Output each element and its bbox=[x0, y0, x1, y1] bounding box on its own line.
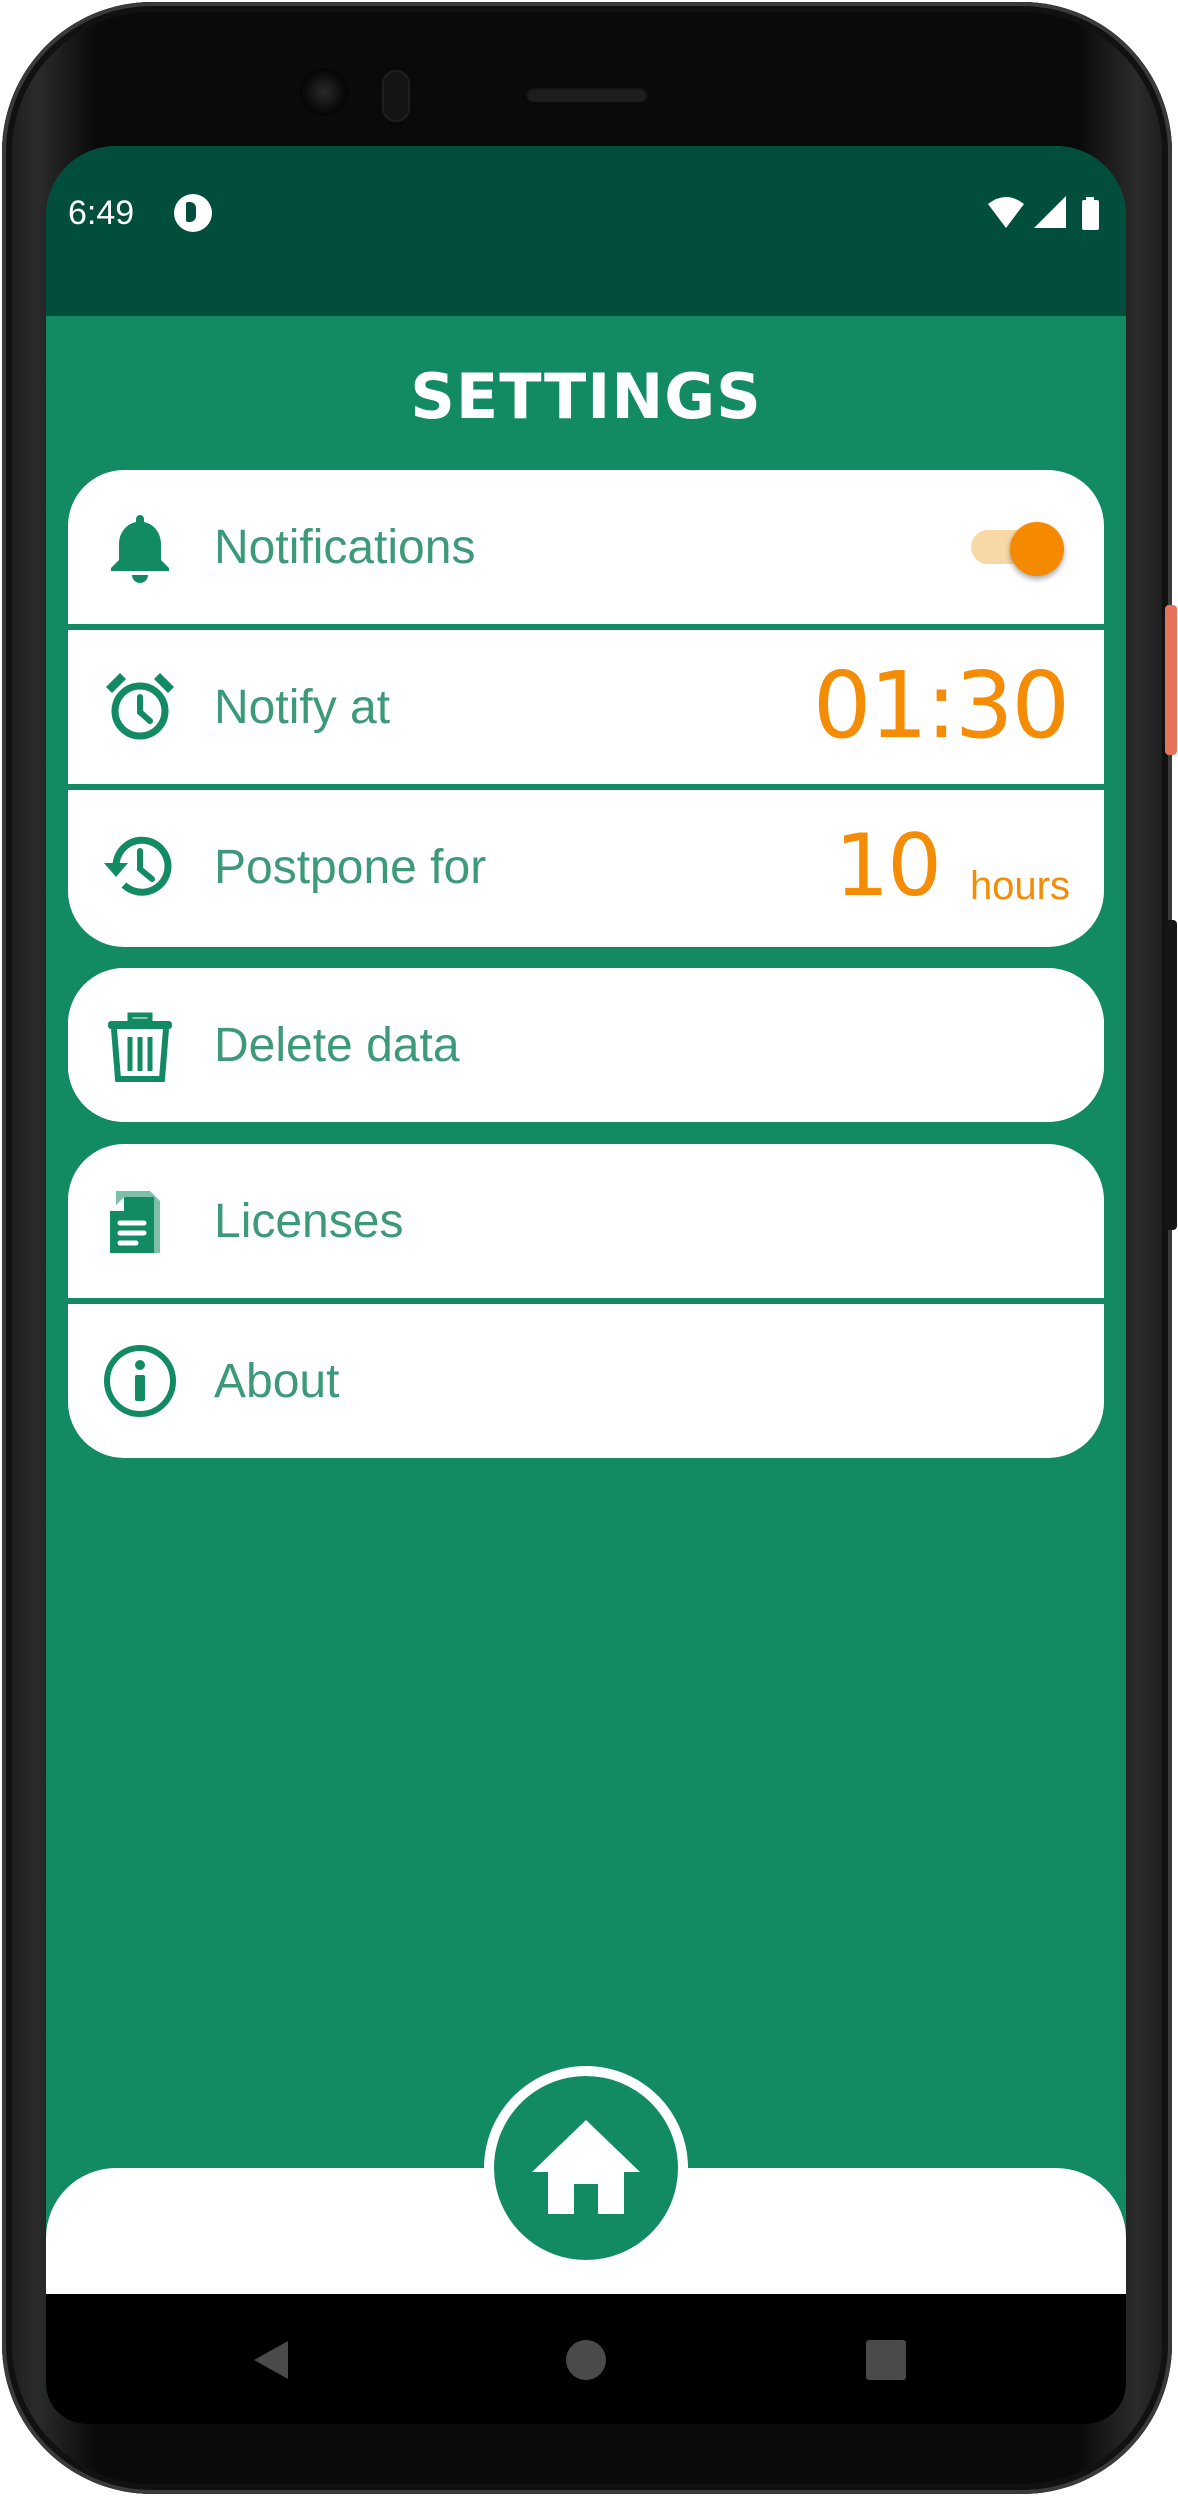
licenses-row[interactable]: Licenses bbox=[68, 1144, 1104, 1298]
cell-signal-icon bbox=[1034, 196, 1066, 228]
front-camera bbox=[300, 68, 348, 116]
notification-settings-card: Notifications Notify at 01:30 Postpone f… bbox=[68, 470, 1104, 947]
status-time: 6:49 bbox=[68, 194, 135, 232]
home-nav-icon bbox=[566, 2340, 606, 2380]
home-button[interactable] bbox=[484, 2066, 688, 2270]
notify-at-value[interactable]: 01:30 bbox=[813, 652, 1070, 759]
system-nav-icons bbox=[254, 2340, 906, 2380]
app-notification-icon bbox=[174, 194, 212, 232]
volume-button bbox=[1165, 920, 1177, 1230]
about-row[interactable]: About bbox=[68, 1304, 1104, 1458]
home-icon bbox=[532, 2120, 640, 2214]
power-button bbox=[1165, 605, 1177, 755]
notifications-row[interactable]: Notifications bbox=[68, 470, 1104, 624]
bell-icon bbox=[111, 515, 169, 583]
wifi-icon bbox=[988, 197, 1024, 228]
home-button-inner[interactable] bbox=[494, 2076, 678, 2260]
earpiece-speaker bbox=[526, 86, 648, 102]
proximity-sensor bbox=[382, 70, 410, 122]
postpone-for-value[interactable]: 10 bbox=[835, 816, 942, 916]
trash-icon bbox=[108, 1012, 172, 1082]
info-card: Licenses About bbox=[68, 1144, 1104, 1458]
alarm-clock-icon bbox=[106, 673, 174, 740]
page-title: SETTINGS bbox=[410, 360, 762, 433]
postpone-for-unit: hours bbox=[969, 864, 1070, 908]
battery-icon bbox=[1082, 197, 1099, 230]
delete-data-label: Delete data bbox=[214, 1019, 460, 1072]
notify-at-row[interactable]: Notify at 01:30 bbox=[68, 630, 1104, 784]
status-icons bbox=[986, 194, 1106, 234]
notify-at-label: Notify at bbox=[214, 681, 391, 734]
postpone-for-label: Postpone for bbox=[214, 841, 487, 894]
back-icon bbox=[254, 2341, 288, 2379]
info-icon bbox=[104, 1345, 176, 1417]
status-bar: 6:49 bbox=[46, 146, 1126, 316]
notifications-label: Notifications bbox=[214, 521, 476, 574]
licenses-label: Licenses bbox=[214, 1195, 404, 1248]
postpone-for-row[interactable]: Postpone for 10 hours bbox=[68, 790, 1104, 947]
recents-icon bbox=[866, 2340, 906, 2380]
document-icon bbox=[110, 1191, 160, 1253]
screen: 6:49 SETTINGS Notifications Notify at 01… bbox=[46, 146, 1126, 2424]
status-icons-svg bbox=[988, 196, 1099, 230]
history-icon bbox=[104, 836, 172, 896]
notifications-toggle-thumb[interactable] bbox=[1010, 522, 1064, 576]
delete-data-row[interactable]: Delete data bbox=[68, 968, 1104, 1122]
delete-data-card: Delete data bbox=[68, 968, 1104, 1122]
system-nav-bar bbox=[46, 2294, 1126, 2424]
about-label: About bbox=[214, 1355, 340, 1408]
